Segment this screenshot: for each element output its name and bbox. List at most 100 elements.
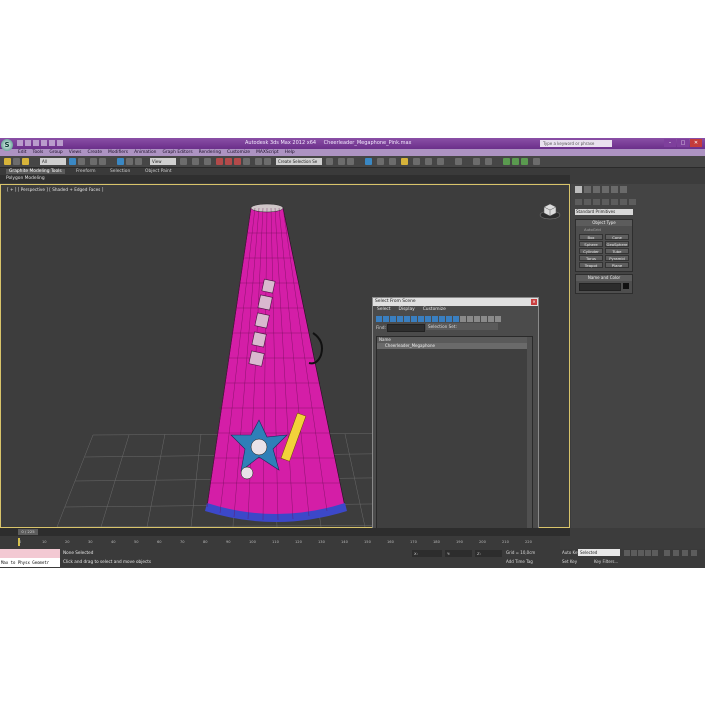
shapes-icon[interactable]: [584, 199, 591, 205]
geometry-icon[interactable]: [575, 199, 582, 205]
menu-rendering[interactable]: Rendering: [199, 149, 221, 156]
select-manipulate-icon[interactable]: [192, 158, 199, 165]
align-icon[interactable]: [326, 158, 333, 165]
time-slider[interactable]: 0 / 225: [18, 529, 38, 535]
box-button[interactable]: Box: [579, 234, 603, 240]
cone-button[interactable]: Cone: [605, 234, 629, 240]
utilities-tab-icon[interactable]: [620, 186, 627, 193]
key-filters-button[interactable]: Key Filters...: [594, 559, 618, 564]
select-move-icon[interactable]: [117, 158, 124, 165]
menu-group[interactable]: Group: [49, 149, 62, 156]
new-file-icon[interactable]: [17, 140, 23, 146]
z-coordinate-field[interactable]: Z:: [475, 550, 502, 557]
object-type-header[interactable]: Object Type: [576, 220, 632, 226]
curve-editor-icon[interactable]: [365, 158, 372, 165]
select-by-name-icon[interactable]: [78, 158, 85, 165]
lights-icon[interactable]: [593, 199, 600, 205]
display-invert-icon[interactable]: [453, 315, 459, 322]
previous-frame-icon[interactable]: [631, 550, 637, 556]
cylinder-button[interactable]: Cylinder: [579, 248, 603, 254]
helpers-icon[interactable]: [611, 199, 618, 205]
open-file-icon[interactable]: [25, 140, 31, 146]
teapot-button[interactable]: Teapot: [579, 262, 603, 268]
menu-edit[interactable]: Edit: [18, 149, 27, 156]
rectangular-selection-icon[interactable]: [90, 158, 97, 165]
hierarchy-tab-icon[interactable]: [593, 186, 600, 193]
environment-icon[interactable]: [485, 158, 492, 165]
object-name-field[interactable]: [579, 283, 621, 291]
display-space-warps-icon[interactable]: [411, 315, 417, 322]
next-frame-icon[interactable]: [645, 550, 651, 556]
zoom-extents-icon[interactable]: [682, 550, 688, 556]
viewcube-icon[interactable]: [539, 199, 561, 221]
select-none-icon[interactable]: [467, 315, 473, 322]
object-color-swatch[interactable]: [623, 283, 629, 289]
dialog-menu-display[interactable]: Display: [399, 306, 415, 314]
find-input[interactable]: [387, 324, 425, 332]
maximize-viewport-icon[interactable]: [691, 550, 697, 556]
named-selection-dropdown[interactable]: Create Selection Se: [276, 158, 322, 165]
space-warps-icon[interactable]: [620, 199, 627, 205]
keyboard-shortcut-icon[interactable]: [204, 158, 211, 165]
category-dropdown[interactable]: Standard Primitives: [575, 209, 633, 215]
reference-coord-dropdown[interactable]: View: [150, 158, 176, 165]
scene-object-list[interactable]: Name Cheerleader_Megaphone: [376, 336, 533, 534]
search-input[interactable]: Type a keyword or phrase: [540, 140, 612, 147]
link-icon[interactable]: [4, 158, 11, 165]
cameras-icon[interactable]: [602, 199, 609, 205]
y-coordinate-field[interactable]: Y:: [445, 550, 472, 557]
display-helpers-icon[interactable]: [404, 315, 410, 322]
dialog-menu-select[interactable]: Select: [377, 306, 391, 314]
pyramid-button[interactable]: Pyramid: [605, 255, 629, 261]
mental-ray-icon[interactable]: [473, 158, 480, 165]
menu-help[interactable]: Help: [285, 149, 295, 156]
display-shapes-icon[interactable]: [383, 315, 389, 322]
menu-graph-editors[interactable]: Graph Editors: [162, 149, 192, 156]
key-mode-dropdown[interactable]: Selected: [578, 549, 620, 556]
display-all-icon[interactable]: [439, 315, 445, 322]
display-none-icon[interactable]: [446, 315, 452, 322]
project-folder-icon[interactable]: [57, 140, 63, 146]
select-rotate-icon[interactable]: [126, 158, 133, 165]
zoom-all-icon[interactable]: [673, 550, 679, 556]
selection-filter-dropdown[interactable]: All: [40, 158, 66, 165]
tube-button[interactable]: Tube: [605, 248, 629, 254]
render-production-icon[interactable]: [425, 158, 432, 165]
maximize-button[interactable]: □: [677, 139, 689, 147]
render-iterative-icon[interactable]: [437, 158, 444, 165]
torus-button[interactable]: Torus: [579, 255, 603, 261]
polygon-modeling-label[interactable]: Polygon Modeling: [6, 176, 45, 181]
spinner-snap-icon[interactable]: [243, 158, 250, 165]
close-button[interactable]: ✕: [690, 139, 702, 147]
menu-views[interactable]: Views: [69, 149, 82, 156]
sphere-button[interactable]: Sphere: [579, 241, 603, 247]
add-time-tag-button[interactable]: Add Time Tag: [506, 559, 533, 564]
list-scrollbar[interactable]: [527, 337, 532, 533]
modify-tab-icon[interactable]: [584, 186, 591, 193]
menu-create[interactable]: Create: [87, 149, 102, 156]
save-file-icon[interactable]: [33, 140, 39, 146]
window-crossing-icon[interactable]: [99, 158, 106, 165]
systems-icon[interactable]: [629, 199, 636, 205]
pivot-center-icon[interactable]: [180, 158, 187, 165]
layer-manager-icon[interactable]: [338, 158, 345, 165]
render-setup-icon[interactable]: [401, 158, 408, 165]
select-invert-icon[interactable]: [474, 315, 480, 322]
go-to-start-icon[interactable]: [624, 550, 630, 556]
dialog-close-button[interactable]: ✕: [531, 299, 537, 305]
activeshade-icon[interactable]: [455, 158, 462, 165]
edit-named-selection-icon[interactable]: [255, 158, 262, 165]
dialog-menu-customize[interactable]: Customize: [423, 306, 446, 314]
undo-icon[interactable]: [41, 140, 47, 146]
perspective-viewport[interactable]: [ + ] [ Perspective ] [ Shaded + Edged F…: [0, 184, 570, 555]
schematic-view-icon[interactable]: [377, 158, 384, 165]
bind-space-warp-icon[interactable]: [22, 158, 29, 165]
mirror-icon[interactable]: [264, 158, 271, 165]
menu-tools[interactable]: Tools: [33, 149, 44, 156]
graphite-toggle-icon[interactable]: [347, 158, 354, 165]
display-geometry-icon[interactable]: [376, 315, 382, 322]
geosphere-button[interactable]: GeoSphere: [605, 241, 629, 247]
play-icon[interactable]: [638, 550, 644, 556]
menu-animation[interactable]: Animation: [134, 149, 156, 156]
maxscript-listener[interactable]: Max to Physx Geometr: [0, 549, 60, 568]
